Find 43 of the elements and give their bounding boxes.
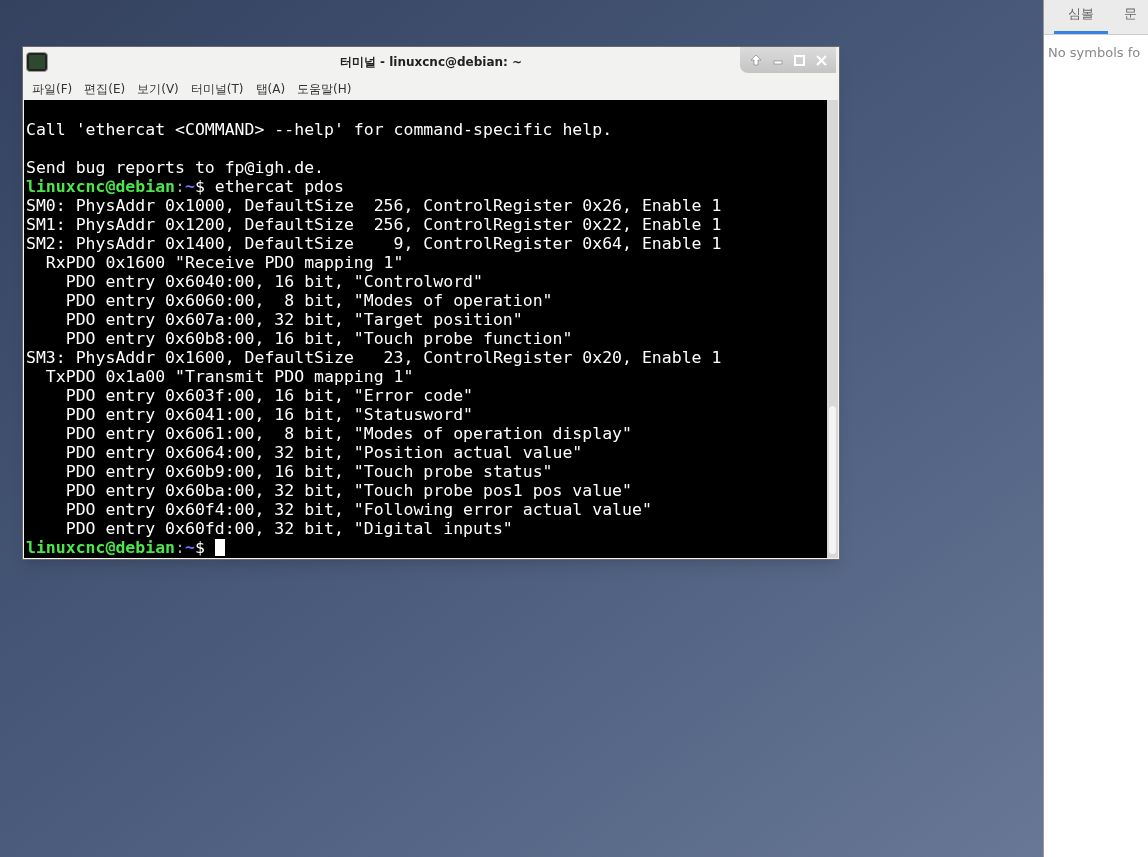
menu-item[interactable]: 보기(V) [131, 79, 185, 98]
close-icon[interactable] [815, 54, 827, 66]
terminal-line: PDO entry 0x6064:00, 32 bit, "Position actual value" [64, 443, 583, 462]
panel-tab[interactable]: 문 [1120, 3, 1141, 34]
panel-tab[interactable]: 심볼 [1054, 3, 1108, 34]
terminal-line: PDO entry 0x6040:00, 16 bit, "Controlword" [64, 272, 483, 291]
prompt-separator: : [175, 538, 185, 557]
terminal-line: PDO entry 0x607a:00, 32 bit, "Target position" [64, 310, 523, 329]
prompt-user: linuxcnc@debian [26, 177, 175, 196]
prompt-separator: : [175, 177, 185, 196]
terminal-line: PDO entry 0x6061:00, 8 bit, "Modes of operation display" [64, 424, 632, 443]
menu-item[interactable]: 탭(A) [249, 79, 292, 98]
terminal-line: TxPDO 0x1a00 "Transmit PDO mapping 1" [44, 367, 414, 386]
maximize-icon[interactable] [793, 54, 805, 66]
terminal-line: PDO entry 0x6060:00, 8 bit, "Modes of operation" [64, 291, 553, 310]
menu-item[interactable]: 터미널(T) [184, 79, 250, 98]
terminal-line: SM2: PhysAddr 0x1400, DefaultSize 9, ControlRegister 0x64, Enable 1 [26, 234, 722, 253]
terminal-line: PDO entry 0x60fd:00, 32 bit, "Digital inputs" [64, 519, 513, 538]
scrollbar[interactable] [827, 100, 838, 558]
terminal-line: PDO entry 0x60ba:00, 32 bit, "Touch probe pos1 pos value" [64, 481, 632, 500]
prompt-path: ~ [184, 177, 195, 196]
terminal-line: PDO entry 0x6041:00, 16 bit, "Statusword" [64, 405, 474, 424]
terminal-line: SM3: PhysAddr 0x1600, DefaultSize 23, ControlRegister 0x20, Enable 1 [26, 348, 722, 367]
up-arrow-icon[interactable] [749, 54, 762, 66]
prompt-command: $ [194, 538, 206, 557]
terminal-line: PDO entry 0x60b9:00, 16 bit, "Touch probe status" [64, 462, 553, 481]
terminal-icon [26, 52, 48, 72]
terminal-line: Send bug reports to fp@igh.de. [26, 158, 324, 177]
terminal-line: RxPDO 0x1600 "Receive PDO mapping 1" [44, 253, 404, 272]
terminal-line: Call 'ethercat <COMMAND> --help' for command-specific help. [26, 120, 613, 139]
menu-item[interactable]: 파일(F) [26, 79, 79, 98]
menu-item[interactable]: 도움말(H) [291, 79, 358, 98]
terminal-line: PDO entry 0x60f4:00, 32 bit, "Following error actual value" [64, 500, 652, 519]
prompt-command: $ ethercat pdos [194, 177, 344, 196]
terminal-line: PDO entry 0x603f:00, 16 bit, "Error code" [64, 386, 474, 405]
prompt-path: ~ [184, 538, 195, 557]
terminal-line: SM1: PhysAddr 0x1200, DefaultSize 256, ControlRegister 0x22, Enable 1 [26, 215, 722, 234]
prompt-user: linuxcnc@debian [26, 538, 175, 557]
terminal-line: PDO entry 0x60b8:00, 16 bit, "Touch probe function" [64, 329, 573, 348]
window-title: 터미널 - linuxcnc@debian: ~ [339, 54, 523, 71]
terminal-line: SM0: PhysAddr 0x1000, DefaultSize 256, ControlRegister 0x26, Enable 1 [26, 196, 722, 215]
menu-item[interactable]: 편집(E) [78, 79, 132, 98]
empty-message: No symbols fo [1047, 44, 1142, 62]
